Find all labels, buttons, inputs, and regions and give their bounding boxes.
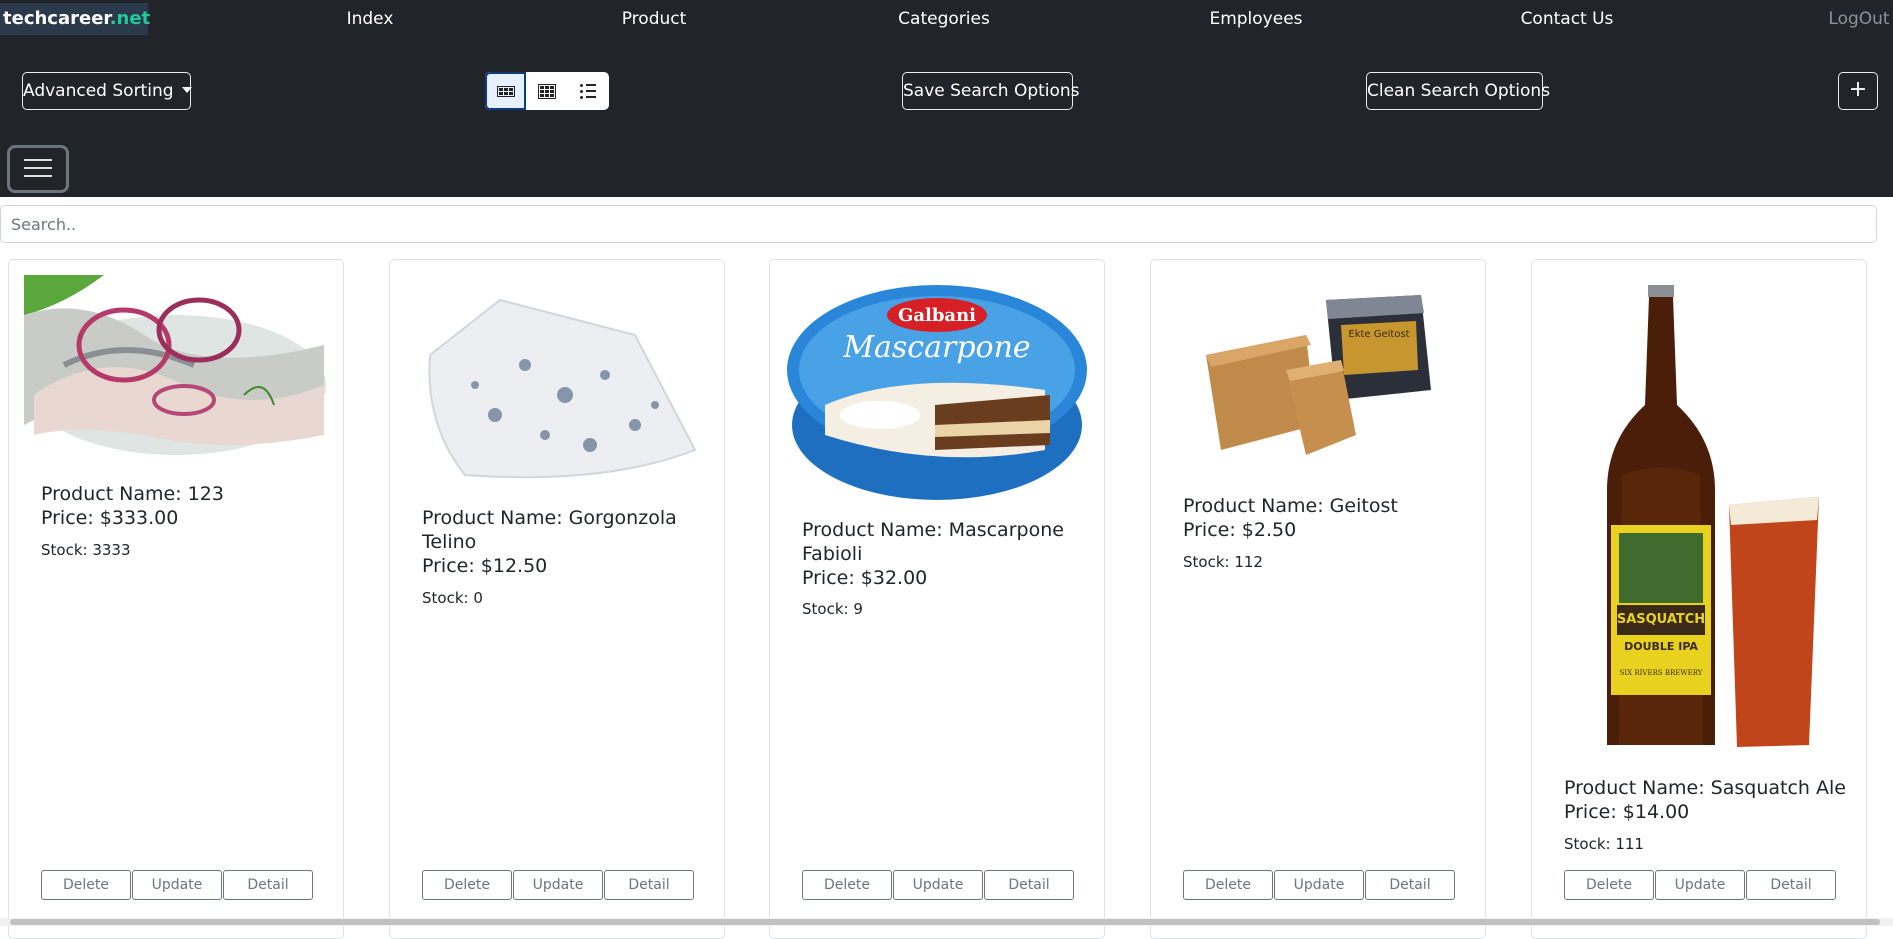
product-card: Ekte Geitost Product Name: Geitost Price… bbox=[1150, 259, 1486, 939]
product-card: Product Name: 123 Price: $333.00 Stock: … bbox=[8, 259, 344, 939]
product-name: Product Name: Sasquatch Ale bbox=[1564, 777, 1846, 799]
view-grid-small-button[interactable] bbox=[526, 72, 567, 110]
grid-large-icon bbox=[496, 85, 515, 97]
sidebar-toggle-button[interactable] bbox=[7, 145, 69, 193]
product-stock: Stock: 0 bbox=[422, 589, 483, 607]
product-stock: Stock: 112 bbox=[1183, 553, 1263, 571]
view-grid-large-button[interactable] bbox=[485, 72, 526, 110]
brand-text-part2: .net bbox=[109, 8, 151, 29]
product-name: Product Name: Geitost bbox=[1183, 495, 1398, 517]
product-price: Price: $32.00 bbox=[802, 567, 928, 589]
top-navbar: techcareer.net Index Product Categories … bbox=[0, 0, 1893, 197]
card-actions: Delete Update Detail bbox=[802, 870, 1075, 900]
caret-down-icon bbox=[181, 87, 192, 93]
add-product-button[interactable]: + bbox=[1838, 72, 1878, 110]
nav-row: techcareer.net Index Product Categories … bbox=[0, 0, 1893, 38]
detail-button[interactable]: Detail bbox=[984, 870, 1074, 900]
detail-button[interactable]: Detail bbox=[1746, 870, 1836, 900]
nav-link-product[interactable]: Product bbox=[604, 0, 704, 38]
product-image-geitost: Ekte Geitost bbox=[1166, 275, 1470, 480]
search-input[interactable] bbox=[0, 205, 1877, 243]
nav-link-index[interactable]: Index bbox=[330, 0, 410, 38]
detail-button[interactable]: Detail bbox=[223, 870, 313, 900]
product-image-herring bbox=[24, 275, 328, 465]
brewery-label-text: SIX RIVERS BREWERY bbox=[1620, 669, 1703, 677]
product-image-mascarpone: Galbani Mascarpone bbox=[785, 275, 1089, 505]
view-list-button[interactable] bbox=[567, 72, 608, 110]
advanced-sorting-dropdown[interactable]: Advanced Sorting bbox=[22, 72, 192, 110]
delete-button[interactable]: Delete bbox=[422, 870, 512, 900]
delete-button[interactable]: Delete bbox=[41, 870, 131, 900]
delete-button[interactable]: Delete bbox=[802, 870, 892, 900]
product-name: Product Name: Mascarpone Fabioli bbox=[802, 519, 1064, 565]
card-actions: Delete Update Detail bbox=[422, 870, 695, 900]
product-price: Price: $12.50 bbox=[422, 555, 548, 577]
update-button[interactable]: Update bbox=[893, 870, 983, 900]
brand-logo[interactable]: techcareer.net bbox=[0, 3, 151, 35]
geitost-package-text: Ekte Geitost bbox=[1348, 329, 1409, 340]
product-card: Galbani Mascarpone Product Name: Mascarp… bbox=[769, 259, 1105, 939]
hamburger-icon-line bbox=[24, 175, 52, 177]
galbani-logo-text: Galbani bbox=[898, 305, 976, 326]
nav-link-employees[interactable]: Employees bbox=[1203, 0, 1309, 38]
advanced-sorting-label: Advanced Sorting bbox=[23, 81, 174, 101]
clean-search-options-button[interactable]: Clean Search Options bbox=[1366, 72, 1550, 110]
card-actions: Delete Update Detail bbox=[1564, 870, 1837, 900]
update-button[interactable]: Update bbox=[1274, 870, 1364, 900]
hamburger-icon-line bbox=[24, 159, 52, 161]
detail-button[interactable]: Detail bbox=[1365, 870, 1455, 900]
product-price: Price: $333.00 bbox=[41, 507, 179, 529]
nav-link-logout[interactable]: LogOut bbox=[1826, 0, 1892, 38]
product-name: Product Name: Gorgonzola Telino bbox=[422, 507, 677, 553]
product-image-gorgonzola bbox=[405, 275, 709, 495]
save-search-options-button[interactable]: Save Search Options bbox=[902, 72, 1080, 110]
product-card: Product Name: Gorgonzola Telino Price: $… bbox=[389, 259, 725, 939]
mascarpone-logo-text: Mascarpone bbox=[842, 330, 1030, 365]
card-actions: Delete Update Detail bbox=[41, 870, 314, 900]
update-button[interactable]: Update bbox=[132, 870, 222, 900]
delete-button[interactable]: Delete bbox=[1564, 870, 1654, 900]
hamburger-icon-line bbox=[24, 167, 52, 169]
product-card: SASQUATCH DOUBLE IPA SIX RIVERS BREWERY … bbox=[1531, 259, 1867, 939]
brand-text-part1: techcareer bbox=[3, 8, 110, 29]
product-price: Price: $14.00 bbox=[1564, 801, 1690, 823]
product-name: Product Name: 123 bbox=[41, 483, 224, 505]
scrollbar-thumb[interactable] bbox=[10, 919, 1880, 925]
grid-small-icon bbox=[537, 83, 556, 99]
sasquatch-label-text: SASQUATCH bbox=[1617, 612, 1705, 627]
update-button[interactable]: Update bbox=[513, 870, 603, 900]
product-stock: Stock: 3333 bbox=[41, 541, 131, 559]
double-ipa-label-text: DOUBLE IPA bbox=[1624, 640, 1698, 653]
detail-button[interactable]: Detail bbox=[604, 870, 694, 900]
list-icon bbox=[579, 83, 596, 99]
view-mode-toggle-group bbox=[485, 72, 609, 110]
card-actions: Delete Update Detail bbox=[1183, 870, 1456, 900]
product-stock: Stock: 111 bbox=[1564, 835, 1644, 853]
product-price: Price: $2.50 bbox=[1183, 519, 1297, 541]
delete-button[interactable]: Delete bbox=[1183, 870, 1273, 900]
update-button[interactable]: Update bbox=[1655, 870, 1745, 900]
product-stock: Stock: 9 bbox=[802, 600, 863, 618]
nav-link-contact-us[interactable]: Contact Us bbox=[1512, 0, 1622, 38]
nav-link-categories[interactable]: Categories bbox=[886, 0, 1002, 38]
product-image-sasquatch-ale: SASQUATCH DOUBLE IPA SIX RIVERS BREWERY bbox=[1547, 275, 1851, 755]
horizontal-scrollbar[interactable] bbox=[0, 918, 1893, 926]
